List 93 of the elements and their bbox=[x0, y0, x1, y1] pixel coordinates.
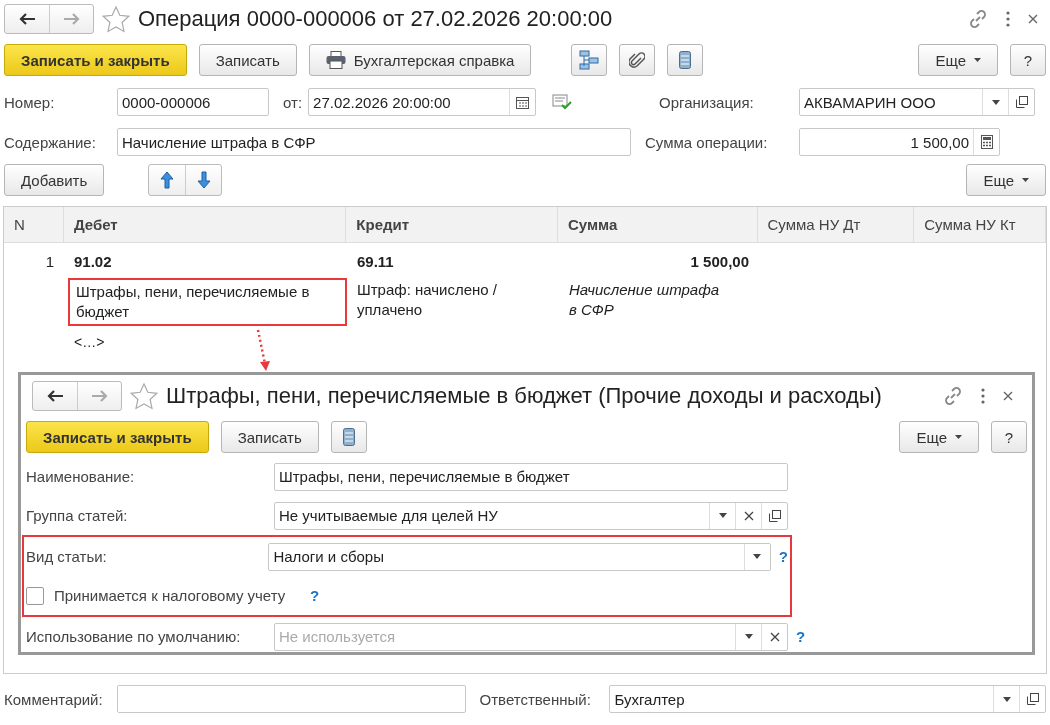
help-link[interactable]: ? bbox=[310, 587, 320, 604]
input-field[interactable]: Начисление штрафа в СФР bbox=[117, 128, 631, 156]
field-label: Сумма операции: bbox=[645, 133, 769, 151]
field-label: Номер: bbox=[4, 93, 56, 111]
list-icon bbox=[342, 428, 355, 446]
back-arrow-icon bbox=[19, 13, 35, 25]
help-link[interactable]: ? bbox=[778, 548, 788, 565]
link-icon[interactable] bbox=[968, 9, 988, 29]
up-arrow-icon bbox=[160, 171, 175, 189]
column-header[interactable]: Дебет bbox=[63, 207, 347, 242]
field-label: Вид статьи: bbox=[26, 548, 108, 565]
field-label: Наименование: bbox=[26, 468, 136, 485]
more-button[interactable]: Еще bbox=[918, 44, 998, 76]
link-icon[interactable] bbox=[943, 386, 963, 406]
table-cell-text: 91.02 bbox=[73, 252, 113, 272]
table-cell-text: 1 bbox=[44, 252, 55, 272]
help-button[interactable]: ? bbox=[991, 421, 1027, 453]
dropdown-icon bbox=[744, 634, 753, 639]
calculator-icon bbox=[980, 135, 993, 149]
attach-button[interactable] bbox=[619, 44, 656, 76]
more-button[interactable]: Еще bbox=[899, 421, 979, 453]
dropdown-icon bbox=[718, 513, 727, 518]
select-field[interactable]: АКВАМАРИН ООО bbox=[799, 88, 1036, 116]
field-label: Содержание: bbox=[4, 133, 97, 151]
open-window-icon bbox=[1015, 96, 1028, 108]
more-menu-icon[interactable] bbox=[1006, 11, 1010, 27]
open-window-icon bbox=[768, 509, 781, 522]
caret-icon bbox=[1022, 178, 1029, 182]
help-link[interactable]: ? bbox=[796, 628, 806, 645]
add-button[interactable]: Добавить bbox=[4, 164, 105, 196]
select-field[interactable]: Не учитываемые для целей НУ bbox=[274, 501, 788, 530]
column-header[interactable]: N bbox=[4, 207, 64, 242]
window-title: Штрафы, пени, перечисляемые в бюджет (Прочие доходы и расходы) bbox=[166, 383, 882, 409]
column-header[interactable]: Сумма НУ Дт bbox=[757, 207, 915, 242]
field-label: Группа статей: bbox=[26, 507, 129, 524]
field-label: Использование по умолчанию: bbox=[26, 628, 242, 645]
caret-icon bbox=[955, 435, 962, 439]
comment-field[interactable] bbox=[116, 685, 466, 713]
save-and-close-button[interactable]: Записать и закрыть bbox=[26, 421, 209, 453]
input-field[interactable]: 27.02.2026 20:00:00 bbox=[308, 88, 537, 116]
clear-icon bbox=[743, 510, 754, 521]
dropdown-icon bbox=[753, 554, 762, 559]
checkbox-label: Принимается к налоговому учету bbox=[54, 587, 287, 604]
field-label: Ответственный: bbox=[479, 690, 592, 708]
save-button[interactable]: Записать bbox=[198, 44, 297, 76]
print-button[interactable]: Бухгалтерская справка bbox=[308, 44, 532, 76]
close-icon[interactable] bbox=[1003, 391, 1013, 401]
save-button[interactable]: Записать bbox=[220, 421, 319, 453]
table-cell-text: <…> bbox=[73, 333, 105, 350]
clear-icon bbox=[769, 631, 780, 642]
help-button[interactable]: ? bbox=[1010, 44, 1046, 76]
forward-arrow-icon bbox=[91, 390, 108, 402]
table-cell-text: 69.11 bbox=[356, 252, 395, 272]
down-arrow-icon bbox=[196, 171, 211, 189]
table-cell-text: Штраф: начислено / уплачено bbox=[356, 280, 499, 320]
structure-button[interactable] bbox=[571, 44, 608, 76]
calendar-icon bbox=[516, 95, 530, 109]
column-header[interactable]: Кредит bbox=[346, 207, 558, 242]
input-field[interactable]: 1 500,00 bbox=[799, 128, 1000, 156]
input-field[interactable]: Штрафы, пени, перечисляемые в бюджет bbox=[274, 462, 788, 491]
table-cell-text: 1 500,00 bbox=[689, 252, 750, 272]
save-and-close-button[interactable]: Записать и закрыть bbox=[4, 44, 187, 76]
back-arrow-icon bbox=[47, 390, 63, 402]
window-title: Операция 0000-000006 от 27.02.2026 20:00:00 bbox=[138, 6, 613, 32]
open-window-icon bbox=[1026, 693, 1039, 705]
star-icon[interactable] bbox=[102, 5, 130, 33]
more-menu-icon[interactable] bbox=[981, 388, 985, 404]
dropdown-icon bbox=[991, 99, 1000, 105]
field-label: Организация: bbox=[659, 93, 755, 111]
select-field[interactable]: Налоги и сборы bbox=[268, 542, 771, 571]
printer-icon bbox=[325, 51, 346, 69]
column-header[interactable]: Сумма bbox=[557, 207, 758, 242]
star-icon[interactable] bbox=[130, 382, 158, 410]
dotted-arrow bbox=[256, 329, 272, 372]
input-field[interactable]: 0000-000006 bbox=[117, 88, 269, 116]
field-label: Комментарий: bbox=[4, 690, 104, 708]
checked-document-icon[interactable] bbox=[552, 94, 573, 110]
caret-icon bbox=[974, 58, 981, 62]
list-icon bbox=[679, 51, 692, 69]
close-icon[interactable] bbox=[1028, 14, 1038, 24]
forward-arrow-icon bbox=[63, 13, 80, 25]
field-label: от: bbox=[283, 93, 303, 111]
structure-icon bbox=[579, 50, 600, 70]
select-field[interactable]: Бухгалтер bbox=[609, 685, 1046, 713]
column-header[interactable]: Сумма НУ Кт bbox=[914, 207, 1046, 242]
dropdown-icon bbox=[1002, 696, 1011, 702]
more-button[interactable]: Еще bbox=[966, 164, 1046, 196]
list-button[interactable] bbox=[330, 421, 367, 453]
list-button[interactable] bbox=[667, 44, 704, 76]
paperclip-icon bbox=[629, 51, 646, 69]
table-cell-text: Начисление штрафа в СФР bbox=[568, 280, 721, 320]
table-cell: Штрафы, пени, перечисляемые в бюджет bbox=[68, 278, 347, 326]
checkbox[interactable] bbox=[26, 586, 44, 605]
